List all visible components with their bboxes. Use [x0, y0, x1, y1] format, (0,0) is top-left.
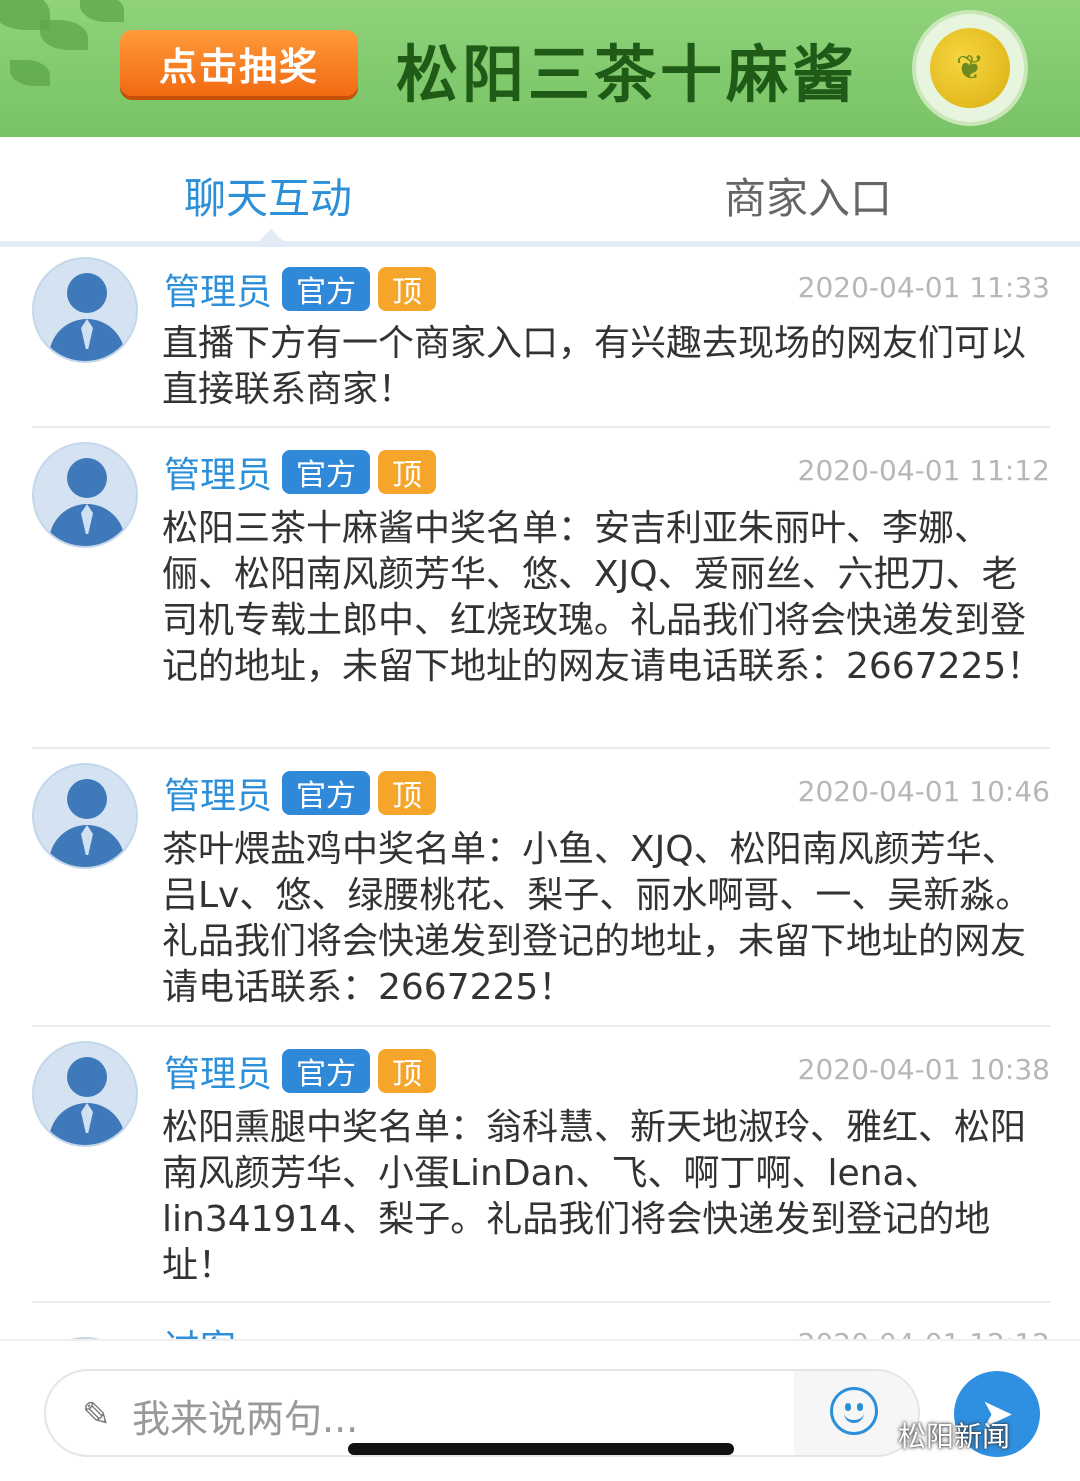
- leaf-decoration: [10, 60, 50, 86]
- message-item: 管理员 官方 顶 2020-04-01 11:33 直播下方有一个商家入口，有兴…: [32, 247, 1050, 428]
- pinned-badge: 顶: [378, 771, 437, 815]
- message-time: 2020-04-01 10:46: [797, 775, 1050, 808]
- message-item: 管理员 官方 顶 2020-04-01 11:12 松阳三茶十麻酱中奖名单：安吉…: [32, 428, 1050, 749]
- message-item: 管理员 官方 顶 2020-04-01 10:38 松阳熏腿中奖名单：翁科慧、新…: [32, 1027, 1050, 1303]
- comment-placeholder[interactable]: 我来说两句...: [132, 1388, 358, 1443]
- tab-merchant[interactable]: 商家入口: [724, 165, 892, 226]
- message-text: 松阳熏腿中奖名单：翁科慧、新天地淑玲、雅红、松阳南风颜芳华、小蛋LinDan、飞…: [162, 1107, 1027, 1286]
- author-name[interactable]: 管理员: [164, 1045, 272, 1097]
- message-text: 松阳三茶十麻酱中奖名单：安吉利亚朱丽叶、李娜、俪、松阳南风颜芳华、悠、XJQ、爱…: [162, 508, 1043, 687]
- message-item: 管理员 官方 顶 2020-04-01 10:46 茶叶煨盐鸡中奖名单：小鱼、X…: [32, 749, 1050, 1027]
- message-meta: 管理员 官方 顶: [164, 1047, 444, 1095]
- message-time: 2020-04-01 12:12: [798, 1327, 1050, 1339]
- message-feed[interactable]: 管理员 官方 顶 2020-04-01 11:33 直播下方有一个商家入口，有兴…: [0, 247, 1080, 1339]
- message-meta: 管理员 官方 顶: [164, 448, 444, 496]
- author-name[interactable]: 管理员: [164, 263, 272, 315]
- author-name[interactable]: 管理员: [164, 767, 272, 819]
- smiley-icon[interactable]: [830, 1387, 878, 1435]
- leaf-decoration: [80, 0, 124, 22]
- avatar[interactable]: [32, 257, 138, 363]
- message-meta: 管理员 官方 顶: [164, 769, 444, 817]
- message-time: 2020-04-01 11:12: [797, 454, 1050, 487]
- message-item: 过客 2020-04-01 12:12: [32, 1303, 1050, 1339]
- pinned-badge: 顶: [378, 1049, 437, 1093]
- tea-cup-icon: ❦: [912, 10, 1028, 126]
- tab-chat[interactable]: 聊天互动: [184, 165, 352, 226]
- message-meta: 过客: [164, 1321, 246, 1339]
- official-badge: 官方: [282, 771, 371, 815]
- home-indicator[interactable]: [348, 1443, 734, 1455]
- author-name[interactable]: 过客: [164, 1319, 236, 1339]
- official-badge: 官方: [282, 1049, 371, 1093]
- lucky-draw-button[interactable]: 点击抽奖: [120, 30, 358, 96]
- watermark: 松阳新闻: [898, 1420, 1011, 1453]
- leaf-decoration: [40, 20, 88, 50]
- message-text: 直播下方有一个商家入口，有兴趣去现场的网友们可以直接联系商家！: [162, 323, 1027, 410]
- message-text: 茶叶煨盐鸡中奖名单：小鱼、XJQ、松阳南风颜芳华、吕Lv、悠、绿腰桃花、梨子、丽…: [162, 829, 1032, 1008]
- author-name[interactable]: 管理员: [164, 446, 272, 498]
- message-time: 2020-04-01 10:38: [797, 1053, 1050, 1086]
- pinned-badge: 顶: [378, 267, 437, 311]
- avatar[interactable]: [32, 763, 138, 869]
- avatar[interactable]: [32, 1041, 138, 1147]
- message-meta: 管理员 官方 顶: [164, 265, 444, 313]
- official-badge: 官方: [282, 267, 371, 311]
- pinned-badge: 顶: [378, 450, 437, 494]
- promo-banner: 点击抽奖 松阳三茶十麻酱 ❦: [0, 0, 1080, 137]
- comment-composer: ✎ 我来说两句... ➤ 松阳新闻: [0, 1339, 1080, 1481]
- active-tab-indicator: [259, 229, 283, 241]
- avatar[interactable]: [32, 442, 138, 548]
- pencil-icon: ✎: [82, 1395, 111, 1435]
- tab-bar: 聊天互动 商家入口: [0, 137, 1080, 247]
- message-time: 2020-04-01 11:33: [797, 271, 1050, 304]
- banner-title: 松阳三茶十麻酱: [396, 38, 859, 111]
- official-badge: 官方: [282, 450, 371, 494]
